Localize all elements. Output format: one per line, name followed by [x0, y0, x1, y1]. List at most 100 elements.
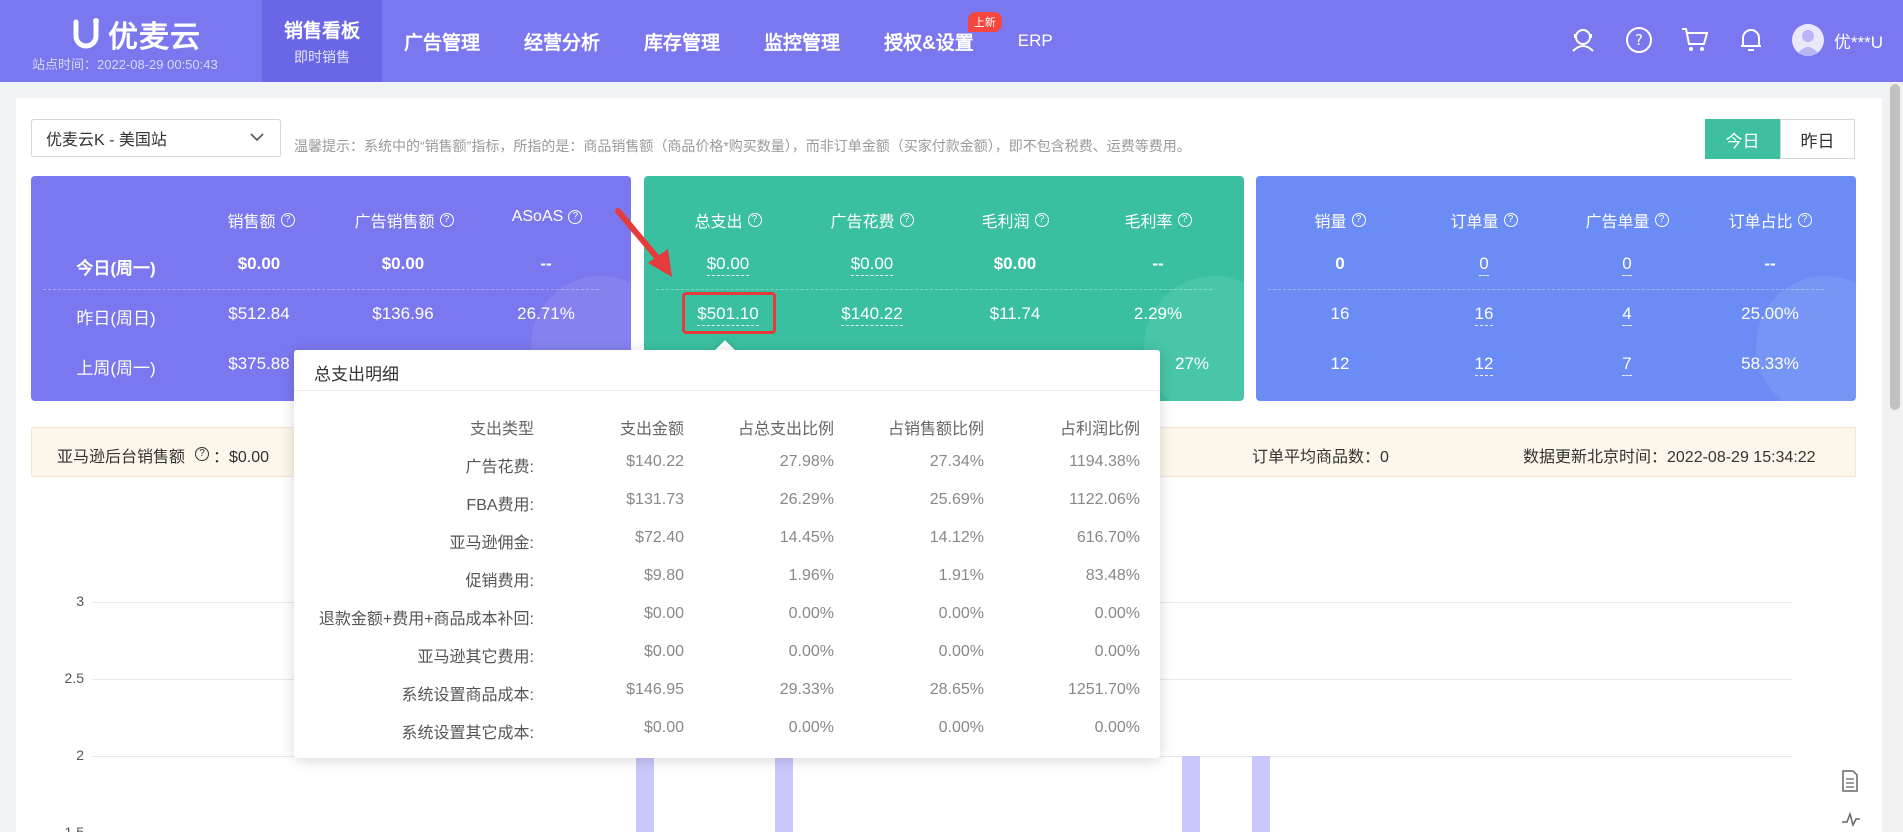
question-icon[interactable]: ? [280, 213, 295, 227]
col-header-label: 毛利润 [981, 214, 1030, 231]
col-header-label: 订单量 [1450, 214, 1499, 231]
chart-bar[interactable] [775, 756, 793, 832]
expense-value-cell: 0.00% [938, 643, 984, 660]
line-chart-icon[interactable] [1841, 810, 1861, 828]
question-icon[interactable]: ? [439, 213, 454, 227]
y-tick-label: 3 [76, 593, 84, 609]
expense-value-cell: 0.00% [938, 719, 984, 736]
value-cell[interactable]: 12 [1414, 354, 1554, 376]
nav-monitor[interactable]: 监控管理 [742, 0, 862, 82]
question-icon[interactable]: ? [747, 213, 762, 227]
page-scrollbar[interactable] [1887, 82, 1903, 832]
yesterday-button[interactable]: 昨日 [1780, 119, 1855, 159]
value-link[interactable]: $0.00 [706, 254, 750, 276]
question-icon[interactable]: ? [568, 210, 583, 224]
popover-title: 总支出明细 [314, 365, 399, 384]
value-cell: -- [1764, 254, 1776, 273]
col-header-label: 广告销售额 [354, 214, 435, 231]
value-link[interactable]: $140.22 [841, 304, 903, 326]
value-cell[interactable]: 7 [1557, 354, 1697, 376]
sales-tip: 温馨提示：系统中的“销售额”指标，所指的是：商品销售额（商品价格*购买数量），而… [294, 138, 1191, 154]
bell-icon[interactable] [1736, 25, 1766, 55]
value-cell[interactable]: 16 [1414, 304, 1554, 326]
col-header-sales: 销售额? [191, 208, 331, 232]
orders-panel: 销量? 订单量? 广告单量? 订单占比? 0 0 0 -- 16 16 4 25… [1256, 176, 1856, 401]
col-header-ad-spend: 广告花费? [802, 208, 942, 232]
site-time: 站点时间：2022-08-29 00:50:43 [32, 57, 218, 72]
col-header-asoas: ASoAS? [477, 208, 617, 226]
col-header-order-share: 订单占比? [1700, 208, 1840, 232]
expense-value-cell: 0.00% [788, 719, 834, 736]
value-cell: 0 [1335, 254, 1345, 273]
col-header-label: 广告花费 [830, 214, 895, 231]
document-icon[interactable] [1841, 770, 1859, 792]
value-link[interactable]: 7 [1622, 354, 1632, 376]
help-icon[interactable]: ? [1624, 25, 1654, 55]
nav-analysis[interactable]: 经营分析 [502, 0, 622, 82]
nav-sales-board[interactable]: 销售看板 即时销售 [262, 0, 382, 82]
value-cell: $0.00 [381, 254, 425, 273]
nav-label: 广告管理 [404, 32, 481, 54]
expense-value-cell: 0.00% [938, 605, 984, 622]
expense-value-cell: 83.48% [1085, 567, 1140, 584]
expense-type-label: 退款金额+费用+商品成本补回: [318, 611, 534, 628]
question-icon[interactable]: ? [1351, 213, 1366, 227]
chart-bar[interactable] [636, 756, 654, 832]
question-icon[interactable]: ? [1654, 213, 1669, 227]
nav-settings[interactable]: 授权&设置 上新 [862, 0, 1002, 82]
user-menu[interactable]: 优***U [1791, 24, 1883, 56]
question-icon[interactable]: ? [1797, 213, 1812, 227]
question-icon[interactable]: ? [1503, 213, 1518, 227]
nav-label: ERP [1017, 31, 1053, 50]
value-link[interactable]: 0 [1479, 254, 1489, 276]
expense-value-cell: 0.00% [1094, 605, 1140, 622]
expense-value-cell: 27.98% [779, 453, 834, 470]
question-icon[interactable]: ? [195, 443, 209, 461]
expense-value-cell: 28.65% [929, 681, 984, 698]
question-icon[interactable]: ? [899, 213, 914, 227]
amazon-sales-label: 亚马逊后台销售额 [57, 449, 186, 466]
expense-value-cell: 0.00% [788, 643, 834, 660]
nav-label: 授权&设置 [884, 32, 974, 54]
row-label-lastweek: 上周(周一) [76, 359, 156, 378]
chart-bar[interactable] [1252, 756, 1270, 832]
col-header-label: 毛利率 [1124, 214, 1173, 231]
expense-value-cell: 616.70% [1076, 529, 1140, 546]
today-button[interactable]: 今日 [1705, 119, 1780, 159]
support-icon[interactable] [1568, 25, 1598, 55]
annotation-arrow-icon [615, 208, 672, 277]
col-header-label: 销量 [1314, 214, 1347, 231]
value-cell[interactable]: 0 [1557, 254, 1697, 276]
nav-inventory[interactable]: 库存管理 [622, 0, 742, 82]
expense-value-cell: 1122.06% [1069, 491, 1140, 508]
expense-value-cell: $0.00 [643, 719, 684, 736]
value-cell[interactable]: 4 [1557, 304, 1697, 326]
logo[interactable]: 优麦云 [72, 12, 201, 56]
value-cell[interactable]: 0 [1414, 254, 1554, 276]
popover-col-header: 支出类型 [469, 421, 534, 438]
value-cell[interactable]: $0.00 [802, 254, 942, 276]
cart-icon[interactable] [1680, 25, 1710, 55]
value-cell: $512.84 [228, 304, 290, 323]
nav-erp[interactable]: ERP [996, 0, 1075, 82]
expense-value-cell: 0.00% [788, 605, 834, 622]
value-link[interactable]: 4 [1622, 304, 1632, 326]
value-link[interactable]: 12 [1474, 354, 1494, 376]
expense-detail-popover: 总支出明细 支出类型 支出金额 占总支出比例 占销售额比例 占利润比例 广告花费… [294, 350, 1160, 758]
chart-bar[interactable] [1182, 756, 1200, 832]
nav-ads[interactable]: 广告管理 [382, 0, 502, 82]
value-link[interactable]: 0 [1622, 254, 1632, 276]
question-icon[interactable]: ? [1177, 213, 1192, 227]
expense-value-cell: 1.96% [788, 567, 834, 584]
expense-value-cell: $9.80 [643, 567, 684, 584]
question-icon[interactable]: ? [1034, 213, 1049, 227]
y-tick-label: 2.5 [64, 670, 84, 686]
expense-value-cell: $0.00 [643, 605, 684, 622]
value-link[interactable]: 16 [1474, 304, 1494, 326]
scrollbar-thumb[interactable] [1890, 84, 1900, 410]
amazon-sales-value: ：$0.00 [213, 449, 270, 466]
value-cell: 2.29% [1133, 304, 1183, 323]
value-link[interactable]: $0.00 [850, 254, 894, 276]
store-select[interactable]: 优麦云K - 美国站 [31, 119, 281, 157]
value-cell[interactable]: $140.22 [802, 304, 942, 326]
